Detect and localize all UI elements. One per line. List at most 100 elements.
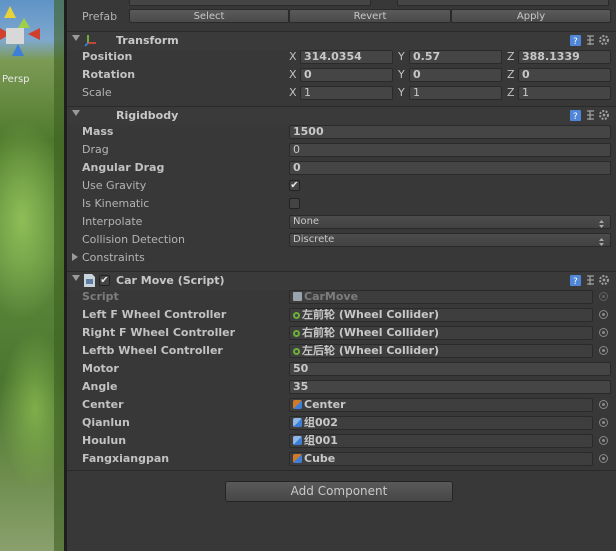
- use-gravity-label: Use Gravity: [82, 179, 147, 192]
- left-f-wheel-field[interactable]: 左前轮 (Wheel Collider): [289, 308, 593, 322]
- angular-drag-field[interactable]: 0: [289, 161, 611, 175]
- script-label: Script: [82, 290, 119, 303]
- component-header-icons: ?: [570, 35, 609, 47]
- script-file-icon: [84, 274, 95, 287]
- transform-title: Transform: [116, 34, 179, 47]
- position-z-field[interactable]: 388.1339: [518, 50, 611, 64]
- center-field[interactable]: Center: [289, 398, 593, 412]
- foldout-arrow-icon[interactable]: [72, 253, 78, 261]
- foldout-arrow-icon[interactable]: [72, 35, 80, 41]
- constraints-row[interactable]: Constraints: [67, 249, 616, 267]
- scene-gizmo-icon[interactable]: [0, 4, 40, 64]
- object-picker-icon[interactable]: [599, 454, 608, 463]
- is-kinematic-checkbox[interactable]: [289, 198, 300, 209]
- position-x-field[interactable]: 314.0354: [300, 50, 393, 64]
- axis-z-label: Z: [507, 68, 515, 81]
- leftb-wheel-row: Leftb Wheel Controller 左后轮 (Wheel Collid…: [67, 342, 616, 360]
- script-field: CarMove: [289, 290, 593, 304]
- axis-z-label: Z: [507, 50, 515, 63]
- right-f-wheel-field[interactable]: 右前轮 (Wheel Collider): [289, 326, 593, 340]
- gameobject-cube-icon: [293, 400, 302, 409]
- transform-icon: [84, 35, 96, 47]
- rigidbody-title: Rigidbody: [116, 109, 179, 122]
- angle-field[interactable]: 35: [289, 380, 611, 394]
- component-enabled-checkbox[interactable]: ✔: [99, 275, 110, 286]
- foldout-arrow-icon[interactable]: [72, 275, 80, 281]
- svg-text:?: ?: [573, 37, 578, 47]
- collision-detection-row: Collision Detection Discrete: [67, 231, 616, 249]
- add-component-button[interactable]: Add Component: [225, 481, 453, 502]
- use-gravity-checkbox[interactable]: ✔: [289, 180, 300, 191]
- right-f-wheel-label: Right F Wheel Controller: [82, 326, 235, 339]
- axis-x-label: X: [289, 68, 297, 81]
- scale-x-field[interactable]: 1: [300, 86, 393, 100]
- object-picker-icon[interactable]: [599, 346, 608, 355]
- is-kinematic-label: Is Kinematic: [82, 197, 150, 210]
- rotation-label: Rotation: [82, 68, 136, 81]
- component-header-icons: ?: [570, 110, 609, 122]
- component-header-icons: ?: [570, 275, 609, 287]
- qianlun-field[interactable]: 组002: [289, 416, 593, 430]
- axis-z-label: Z: [507, 86, 515, 99]
- fangxiangpan-label: Fangxiangpan: [82, 452, 170, 465]
- scene-view[interactable]: Persp: [0, 0, 64, 551]
- mass-label: Mass: [82, 125, 114, 138]
- position-label: Position: [82, 50, 133, 63]
- foldout-arrow-icon[interactable]: [72, 110, 80, 116]
- rotation-y-field[interactable]: 0: [409, 68, 502, 82]
- motor-label: Motor: [82, 362, 119, 375]
- scale-label: Scale: [82, 86, 112, 99]
- motor-field[interactable]: 50: [289, 362, 611, 376]
- fangxiangpan-field[interactable]: Cube: [289, 452, 593, 466]
- object-picker-icon[interactable]: [599, 400, 608, 409]
- object-picker-icon: [599, 292, 608, 301]
- houlun-field[interactable]: 组001: [289, 434, 593, 448]
- interpolate-value: None: [293, 216, 320, 227]
- object-picker-icon[interactable]: [599, 418, 608, 427]
- mass-field[interactable]: 1500: [289, 125, 611, 139]
- prefab-apply-button[interactable]: Apply: [451, 9, 611, 23]
- tag-field[interactable]: [129, 0, 371, 6]
- rotation-z-field[interactable]: 0: [518, 68, 611, 82]
- rotation-x-field[interactable]: 0: [300, 68, 393, 82]
- gameobject-cube-icon: [293, 454, 302, 463]
- scale-y-field[interactable]: 1: [409, 86, 502, 100]
- inspector-panel: Prefab Select Revert Apply Transform ? P…: [67, 0, 616, 551]
- leftb-wheel-label: Leftb Wheel Controller: [82, 344, 223, 357]
- wheel-collider-icon: [293, 330, 300, 337]
- constraints-label: Constraints: [82, 251, 145, 264]
- angular-drag-row: Angular Drag 0: [67, 159, 616, 177]
- left-f-wheel-label: Left F Wheel Controller: [82, 308, 227, 321]
- angle-row: Angle 35: [67, 378, 616, 396]
- scale-z-field[interactable]: 1: [518, 86, 611, 100]
- object-picker-icon[interactable]: [599, 436, 608, 445]
- persp-label: Persp: [2, 74, 30, 85]
- layer-field[interactable]: [397, 0, 609, 6]
- mass-row: Mass 1500: [67, 123, 616, 141]
- object-picker-icon[interactable]: [599, 310, 608, 319]
- svg-text:?: ?: [573, 277, 578, 287]
- prefab-revert-button[interactable]: Revert: [289, 9, 451, 23]
- position-y-field[interactable]: 0.57: [409, 50, 502, 64]
- dropdown-arrows-icon: [599, 220, 604, 228]
- houlun-label: Houlun: [82, 434, 127, 447]
- axis-y-label: Y: [398, 68, 405, 81]
- fangxiangpan-row: Fangxiangpan Cube: [67, 450, 616, 468]
- angular-drag-label: Angular Drag: [82, 161, 165, 174]
- prefab-cube-icon: [293, 436, 302, 445]
- leftb-wheel-field[interactable]: 左后轮 (Wheel Collider): [289, 344, 593, 358]
- collision-detection-dropdown[interactable]: Discrete: [289, 233, 611, 247]
- collision-detection-label: Collision Detection: [82, 233, 186, 246]
- axis-y-label: Y: [398, 86, 405, 99]
- prefab-select-button[interactable]: Select: [129, 9, 289, 23]
- position-row: Position X 314.0354 Y 0.57 Z 388.1339: [67, 48, 616, 66]
- drag-label: Drag: [82, 143, 109, 156]
- rotation-row: Rotation X 0 Y 0 Z 0: [67, 66, 616, 84]
- left-f-wheel-row: Left F Wheel Controller 左前轮 (Wheel Colli…: [67, 306, 616, 324]
- object-picker-icon[interactable]: [599, 328, 608, 337]
- interpolate-dropdown[interactable]: None: [289, 215, 611, 229]
- axis-y-label: Y: [398, 50, 405, 63]
- collision-detection-value: Discrete: [293, 234, 335, 245]
- interpolate-label: Interpolate: [82, 215, 143, 228]
- drag-field[interactable]: 0: [289, 143, 611, 157]
